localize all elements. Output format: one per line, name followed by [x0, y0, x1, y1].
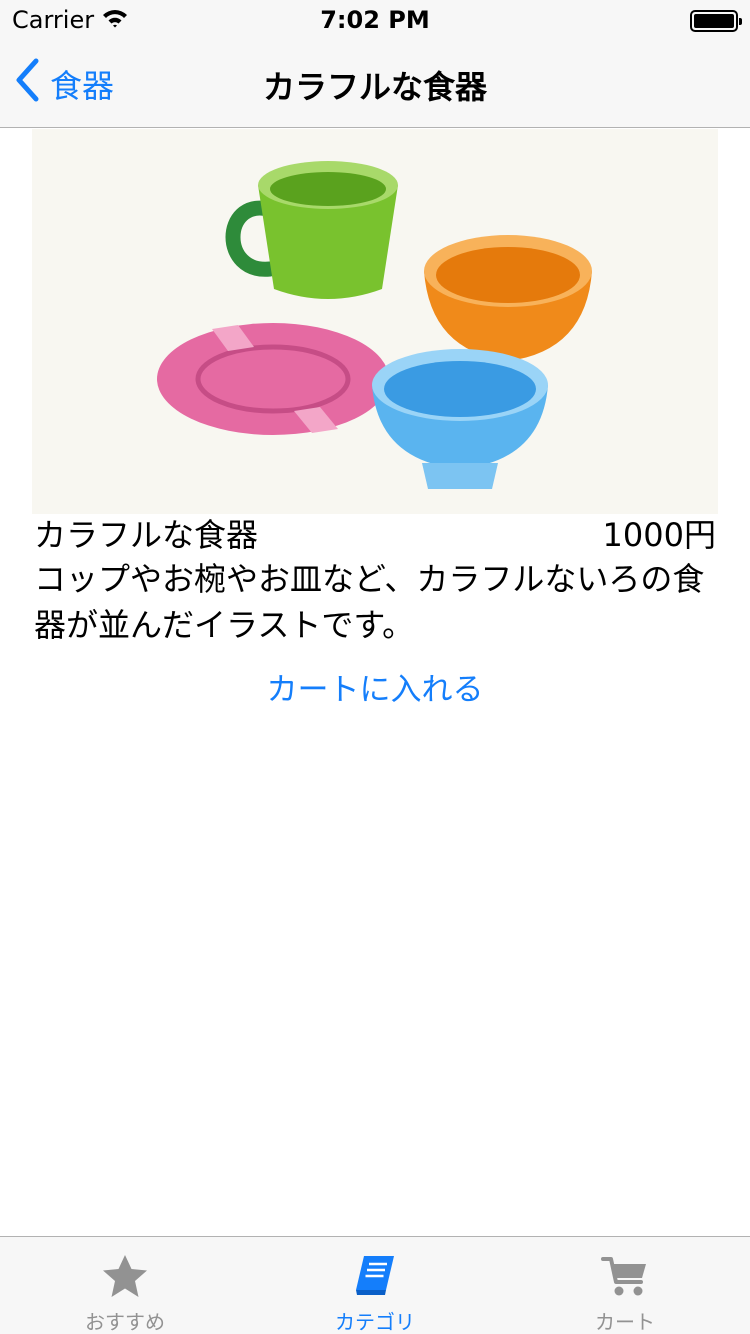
status-bar: Carrier 7:02 PM [0, 0, 750, 40]
blue-bowl [372, 349, 548, 489]
tab-recommended[interactable]: おすすめ [0, 1237, 250, 1334]
status-time: 7:02 PM [320, 6, 430, 34]
book-icon [352, 1251, 398, 1300]
product-description: コップやお椀やお皿など、カラフルないろの食器が並んだイラストです。 [34, 560, 705, 644]
tab-category[interactable]: カテゴリ [250, 1237, 500, 1334]
battery-icon [690, 10, 742, 32]
star-icon [102, 1251, 148, 1300]
tab-cart-label: カート [595, 1310, 655, 1334]
pink-plate [157, 323, 389, 435]
tab-category-label: カテゴリ [335, 1310, 415, 1334]
navigation-bar: 食器 カラフルな食器 [0, 40, 750, 128]
product-image [32, 129, 718, 514]
orange-bowl [424, 235, 592, 361]
product-price: 1000円 [602, 516, 716, 554]
product-name: カラフルな食器 [34, 516, 259, 554]
tab-recommended-label: おすすめ [85, 1310, 165, 1334]
green-mug [225, 161, 398, 299]
cart-icon [601, 1251, 649, 1300]
tab-bar: おすすめ カテゴリ カート [0, 1236, 750, 1334]
tab-cart[interactable]: カート [500, 1237, 750, 1334]
add-to-cart-button[interactable]: カートに入れる [0, 664, 750, 709]
page-title: カラフルな食器 [262, 68, 487, 106]
